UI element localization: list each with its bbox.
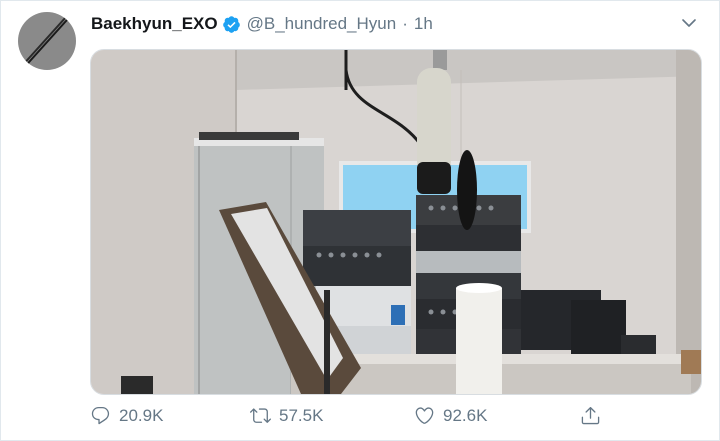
tweet-photo[interactable] bbox=[90, 49, 702, 395]
reply-button[interactable]: 20.9K bbox=[90, 405, 163, 426]
reply-icon bbox=[91, 406, 110, 425]
like-button[interactable]: 92.6K bbox=[414, 405, 487, 426]
chevron-down-icon[interactable] bbox=[680, 14, 698, 32]
reply-count: 20.9K bbox=[119, 405, 164, 425]
photo-of-recording-studio-icon bbox=[91, 50, 701, 394]
retweet-count: 57.5K bbox=[279, 405, 324, 425]
separator-dot: · bbox=[402, 14, 408, 33]
heart-icon bbox=[415, 407, 434, 424]
tweet-timestamp[interactable]: 1h bbox=[414, 14, 433, 34]
tweet-actions: 20.9K 57.5K 92.6K bbox=[90, 401, 610, 431]
tweet-header: Baekhyun_EXO @B_hundred_Hyun · 1h bbox=[91, 13, 433, 35]
display-name[interactable]: Baekhyun_EXO bbox=[91, 14, 218, 34]
retweet-icon bbox=[250, 408, 271, 423]
share-button[interactable] bbox=[580, 405, 609, 426]
user-handle[interactable]: @B_hundred_Hyun bbox=[247, 14, 397, 34]
retweet-button[interactable]: 57.5K bbox=[250, 405, 323, 426]
share-icon bbox=[581, 406, 600, 425]
avatar[interactable] bbox=[18, 12, 76, 70]
verified-badge-icon bbox=[222, 15, 241, 34]
like-count: 92.6K bbox=[443, 405, 488, 425]
